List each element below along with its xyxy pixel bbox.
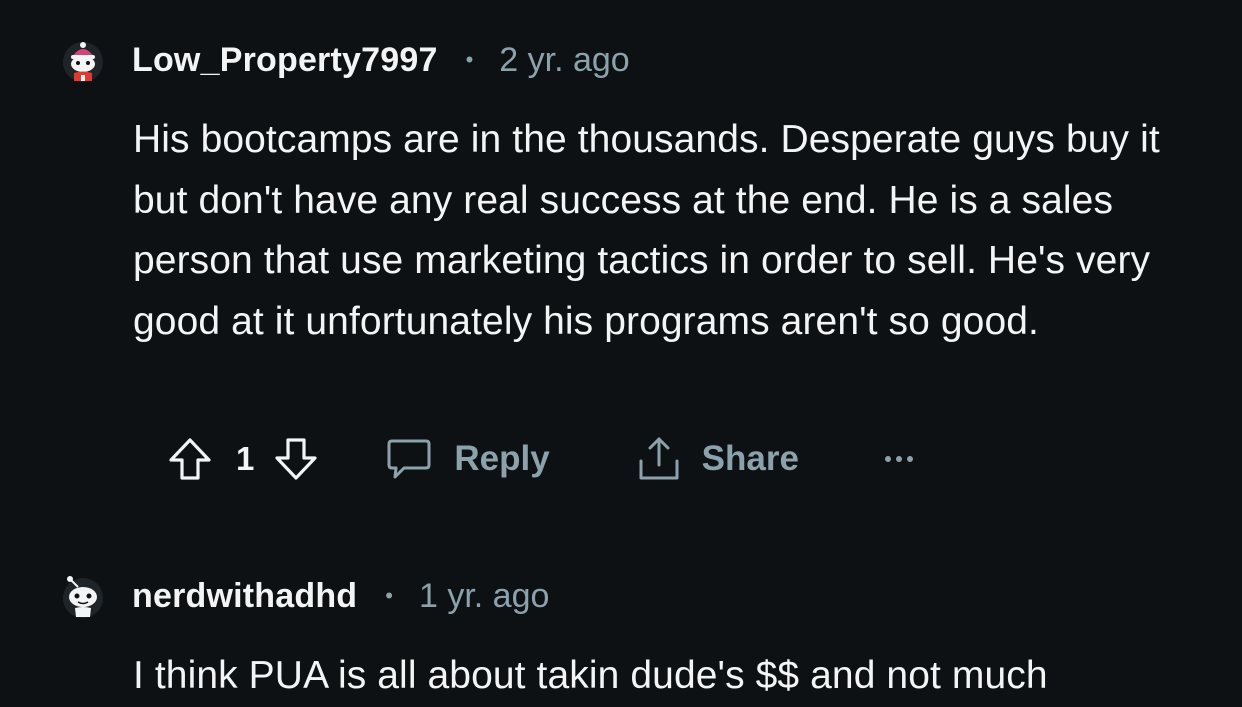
more-options-button[interactable] (883, 453, 915, 465)
user-avatar-icon[interactable] (60, 37, 106, 83)
share-label: Share (701, 439, 799, 478)
reply-button[interactable]: Reply (386, 437, 550, 481)
share-button[interactable]: Share (636, 435, 799, 483)
more-options-icon (884, 456, 913, 462)
reply-label: Reply (454, 439, 550, 478)
comment-bubble-icon (387, 439, 431, 479)
meta-separator: • (385, 583, 393, 608)
vote-count: 1 (236, 440, 255, 477)
comment-actions: 1 Reply Share (166, 432, 915, 486)
username[interactable]: Low_Property7997 (132, 41, 438, 80)
comment-body: I think PUA is all about takin dude's $$… (133, 654, 1048, 697)
timestamp[interactable]: 2 yr. ago (499, 41, 629, 80)
username[interactable]: nerdwithadhd (132, 577, 357, 616)
comment-header: Low_Property7997 • 2 yr. ago (60, 36, 630, 84)
downvote-arrow-icon[interactable] (272, 435, 320, 483)
comment-body: His bootcamps are in the thousands. Desp… (133, 118, 1160, 343)
meta-separator: • (465, 47, 474, 72)
share-upload-icon (639, 437, 679, 480)
upvote-arrow-icon[interactable] (166, 435, 214, 483)
comment-header: nerdwithadhd • 1 yr. ago (60, 572, 549, 620)
timestamp[interactable]: 1 yr. ago (419, 577, 549, 616)
user-avatar-icon[interactable] (60, 573, 106, 619)
